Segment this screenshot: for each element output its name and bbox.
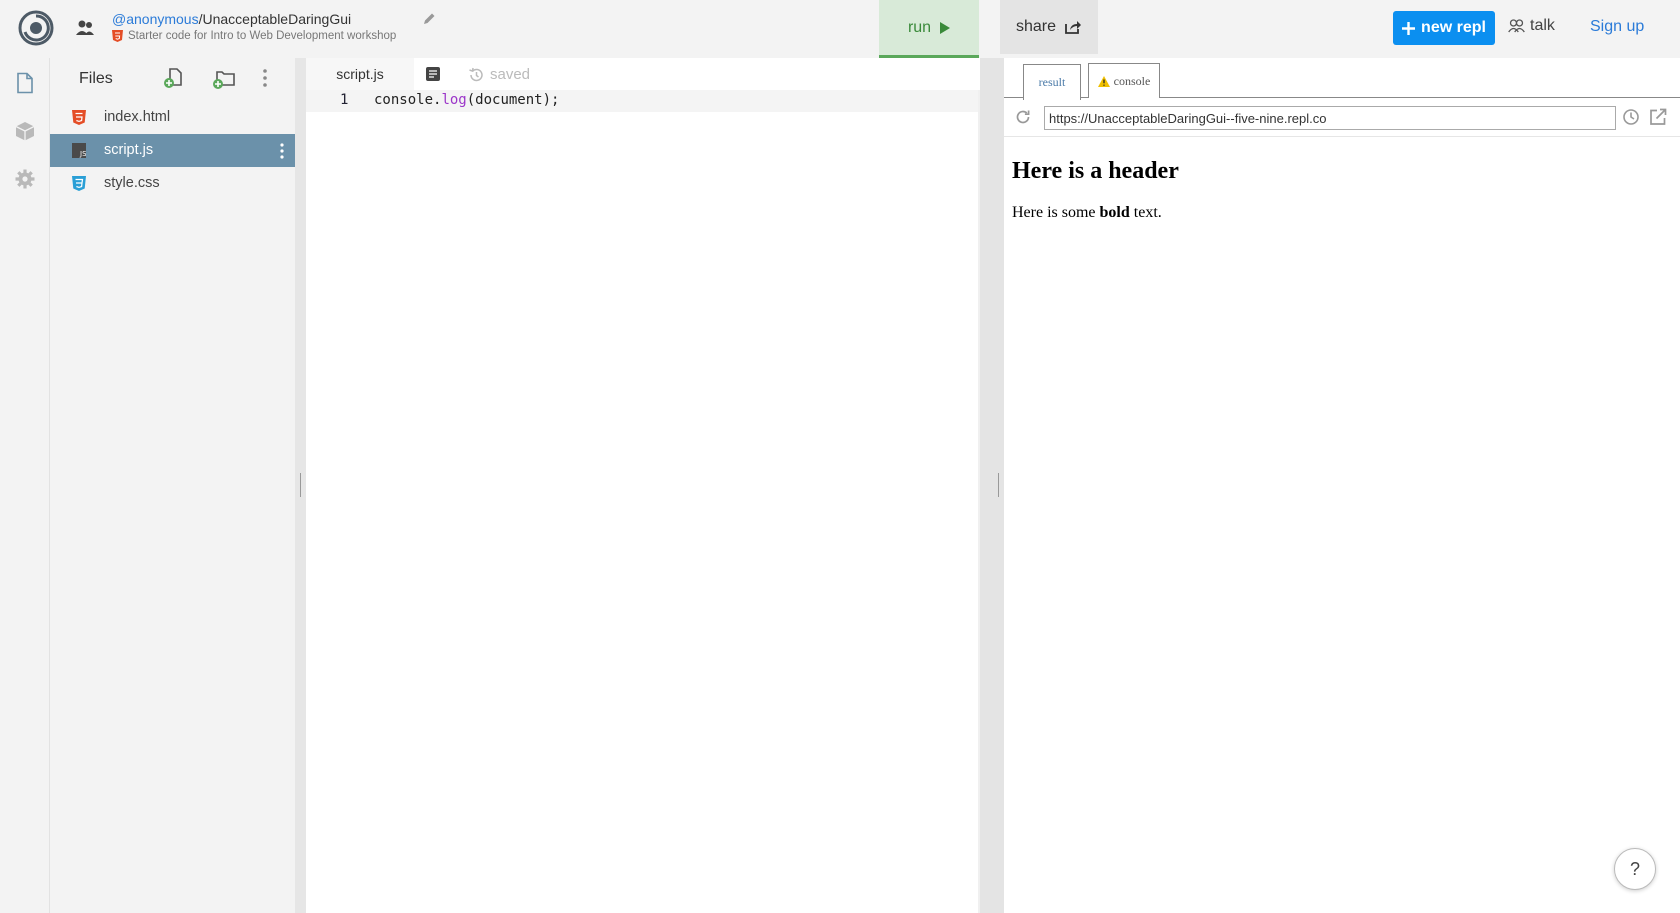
file-name: style.css	[104, 175, 160, 191]
repl-owner[interactable]: @anonymous	[112, 11, 199, 27]
history-icon	[469, 67, 483, 81]
sign-up-link[interactable]: Sign up	[1590, 18, 1644, 36]
new-repl-label: new repl	[1421, 19, 1486, 36]
code-prefix: console.	[374, 92, 442, 108]
top-bar: @anonymous/UnacceptableDaringGui Starter…	[0, 0, 1680, 58]
result-page-paragraph: Here is some bold text.	[1012, 204, 1162, 222]
talk-label: talk	[1530, 17, 1555, 34]
editor-tab-script-js[interactable]: script.js	[306, 58, 414, 90]
file-name: index.html	[104, 109, 171, 125]
reload-icon[interactable]	[1014, 108, 1032, 126]
code-function: log	[441, 92, 467, 108]
share-button[interactable]: share	[1000, 0, 1098, 54]
new-repl-button[interactable]: new repl	[1393, 11, 1495, 45]
run-label: run	[907, 18, 932, 36]
repl-name[interactable]: UnacceptableDaringGui	[202, 11, 351, 27]
warning-icon	[1097, 75, 1110, 87]
svg-text:JS: JS	[79, 150, 86, 158]
tab-console[interactable]: console	[1088, 63, 1160, 98]
save-status-text: saved	[490, 66, 531, 83]
code-editor: script.js saved 1 console.log(document);	[306, 58, 980, 913]
code-text[interactable]: console.log(document);	[374, 92, 559, 108]
repl-description-text: Starter code for Intro to Web Developmen…	[128, 30, 397, 42]
html5-icon	[72, 110, 86, 125]
code-line[interactable]: 1 console.log(document);	[306, 90, 980, 112]
file-name: script.js	[104, 142, 154, 158]
sidebar-rail	[0, 58, 50, 913]
run-button[interactable]: run	[879, 0, 979, 58]
file-menu-icon[interactable]	[279, 142, 285, 160]
help-button[interactable]: ?	[1614, 848, 1656, 890]
settings-gear-icon[interactable]	[14, 168, 36, 190]
packages-icon[interactable]	[14, 120, 36, 142]
add-file-icon[interactable]	[162, 66, 186, 90]
url-bar	[1004, 98, 1680, 137]
users-icon[interactable]	[74, 17, 96, 39]
share-label: share	[1015, 18, 1057, 35]
paragraph-bold-text: bold	[1099, 204, 1130, 221]
pencil-icon[interactable]	[422, 12, 436, 26]
talk-users-icon	[1508, 19, 1525, 33]
url-input[interactable]	[1044, 106, 1616, 130]
js-file-icon: JS	[72, 143, 86, 158]
file-item-index-html[interactable]: index.html	[50, 101, 295, 134]
repl-description: Starter code for Intro to Web Developmen…	[112, 30, 396, 42]
tab-console-label: console	[1113, 73, 1151, 88]
share-icon	[1065, 21, 1082, 34]
paragraph-text-end: text.	[1129, 204, 1162, 221]
css3-icon	[72, 176, 86, 191]
files-icon[interactable]	[14, 72, 36, 94]
splitter-grip[interactable]	[300, 473, 301, 497]
files-title: Files	[79, 70, 113, 87]
replit-logo-icon[interactable]	[18, 10, 54, 46]
output-pane: result console Here is a header Here is …	[1004, 58, 1680, 913]
open-in-new-tab-icon[interactable]	[1648, 107, 1668, 127]
editor-tab-bar: script.js saved	[306, 58, 980, 90]
clock-icon[interactable]	[1622, 108, 1640, 126]
code-suffix: (document);	[466, 92, 560, 108]
save-status: saved	[468, 66, 530, 83]
file-item-script-js[interactable]: JS script.js	[50, 134, 295, 167]
paragraph-text-start: Here is some	[1012, 204, 1100, 221]
editor-output-splitter[interactable]	[980, 58, 1004, 913]
line-number: 1	[340, 92, 349, 108]
talk-button[interactable]: talk	[1508, 17, 1555, 35]
tab-result[interactable]: result	[1023, 64, 1081, 100]
repl-title[interactable]: @anonymous/UnacceptableDaringGui	[112, 11, 351, 27]
document-outline-icon[interactable]	[425, 66, 441, 82]
files-menu-icon[interactable]	[253, 66, 277, 90]
splitter-grip[interactable]	[998, 473, 999, 497]
plus-icon	[1402, 21, 1416, 35]
add-folder-icon[interactable]	[212, 66, 236, 90]
files-panel: Files index.html JS script.js style.css	[50, 58, 295, 913]
output-tab-bar: result console	[1004, 58, 1680, 100]
files-editor-splitter[interactable]	[295, 58, 306, 913]
file-item-style-css[interactable]: style.css	[50, 167, 295, 200]
play-icon	[940, 21, 951, 34]
result-page-header: Here is a header	[1012, 158, 1179, 184]
html5-icon	[112, 30, 123, 42]
